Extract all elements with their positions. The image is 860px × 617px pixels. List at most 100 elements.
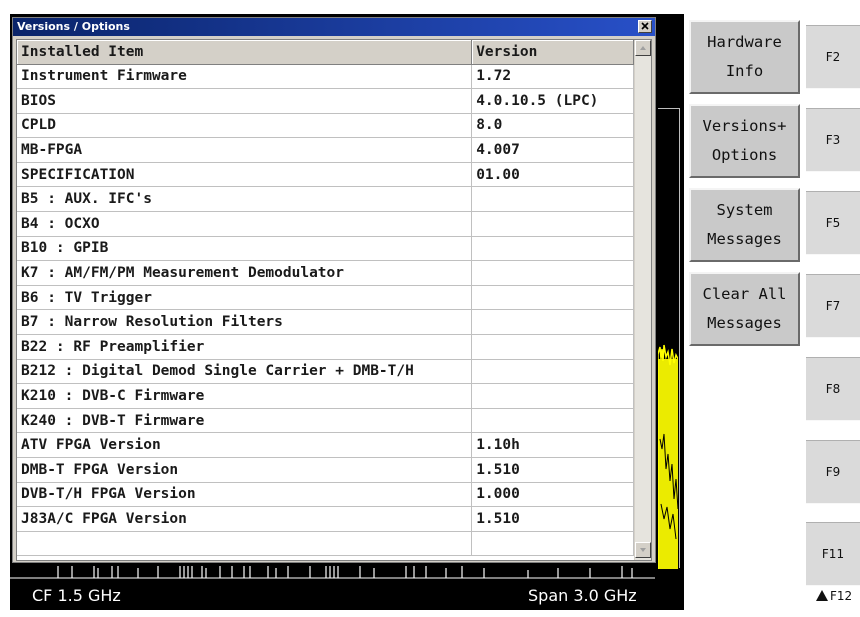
softkey-label-line1: Hardware: [707, 33, 782, 51]
table-row[interactable]: K240 : DVB-T Firmware: [17, 408, 634, 434]
fkey-f8[interactable]: F8: [806, 357, 860, 421]
hardware-info-button[interactable]: Hardware Info: [689, 20, 800, 94]
installed-item-cell: BIOS: [17, 88, 473, 114]
table-row[interactable]: DMB-T FPGA Version 1.510: [17, 457, 634, 483]
frequency-axis-markers: [10, 562, 655, 580]
versions-options-button[interactable]: Versions+ Options: [689, 104, 800, 178]
softkey-label-line1: System: [716, 201, 773, 219]
table-row[interactable]: DVB-T/H FPGA Version 1.000: [17, 482, 634, 508]
table-row[interactable]: B6 : TV Trigger: [17, 285, 634, 311]
dialog-title-bar: Versions / Options: [13, 18, 655, 36]
version-cell: [471, 309, 634, 336]
table-row[interactable]: B212 : Digital Demod Single Carrier + DM…: [17, 359, 634, 385]
version-cell: 4.007: [471, 137, 634, 163]
version-cell: [471, 408, 634, 434]
installed-item-cell: CPLD: [17, 113, 473, 139]
table-row[interactable]: BIOS 4.0.10.5 (LPC): [17, 88, 634, 114]
version-cell: [471, 211, 634, 237]
center-frequency-label: CF 1.5 GHz: [32, 586, 121, 605]
installed-item-cell: DMB-T FPGA Version: [17, 457, 473, 483]
version-cell: 01.00: [471, 162, 634, 188]
installed-item-cell: B7 : Narrow Resolution Filters: [17, 309, 473, 336]
span-label: Span 3.0 GHz: [528, 586, 637, 605]
version-cell: 1.000: [471, 482, 634, 508]
softkey-label-line2: Messages: [707, 230, 782, 248]
fkey-f12-label: F12: [830, 589, 853, 603]
fkey-f7[interactable]: F7: [806, 274, 860, 338]
scroll-down-button[interactable]: [635, 542, 651, 558]
table-row[interactable]: Instrument Firmware 1.72: [17, 64, 634, 90]
version-cell: [471, 260, 634, 286]
fkey-label: F5: [825, 216, 841, 230]
versions-table: Installed Item Version Instrument Firmwa…: [17, 40, 634, 557]
version-cell: 8.0: [471, 113, 634, 139]
close-icon: [641, 22, 649, 30]
installed-item-cell: K7 : AM/FM/PM Measurement Demodulator: [17, 260, 473, 286]
fkey-label: F2: [825, 50, 841, 64]
version-cell: [471, 334, 634, 360]
version-cell: [471, 383, 634, 409]
installed-item-cell: B4 : OCXO: [17, 211, 473, 237]
version-cell: [471, 285, 634, 311]
installed-item-cell: Instrument Firmware: [17, 64, 473, 90]
version-cell: 1.72: [471, 64, 634, 90]
table-row[interactable]: B7 : Narrow Resolution Filters: [17, 309, 634, 336]
version-cell: [471, 186, 634, 213]
table-row[interactable]: ATV FPGA Version 1.10h: [17, 432, 634, 458]
spectrum-trace: [658, 109, 678, 569]
version-cell: [471, 531, 634, 557]
installed-item-cell: B5 : AUX. IFC's: [17, 186, 473, 213]
installed-item-cell: B212 : Digital Demod Single Carrier + DM…: [17, 359, 473, 385]
fkey-label: F3: [825, 133, 841, 147]
fkey-f9[interactable]: F9: [806, 440, 860, 504]
scroll-up-button[interactable]: [635, 40, 651, 56]
version-cell: 1.510: [471, 457, 634, 483]
table-row[interactable]: J83A/C FPGA Version 1.510: [17, 506, 634, 532]
table-row[interactable]: B10 : GPIB: [17, 236, 634, 262]
system-messages-button[interactable]: System Messages: [689, 188, 800, 262]
fkey-label: F8: [825, 382, 841, 396]
table-row[interactable]: SPECIFICATION 01.00: [17, 162, 634, 188]
fkey-f5[interactable]: F5: [806, 191, 860, 255]
fkey-f2[interactable]: F2: [806, 25, 860, 89]
installed-item-cell: DVB-T/H FPGA Version: [17, 482, 473, 508]
installed-item-cell: [17, 531, 473, 557]
table-row[interactable]: B4 : OCXO: [17, 211, 634, 237]
close-button[interactable]: [638, 20, 652, 33]
vertical-scrollbar[interactable]: [634, 40, 651, 560]
version-cell: [471, 359, 634, 385]
table-row[interactable]: K7 : AM/FM/PM Measurement Demodulator: [17, 260, 634, 286]
fkey-label: F9: [825, 465, 841, 479]
table-row[interactable]: K210 : DVB-C Firmware: [17, 383, 634, 409]
fkey-f12[interactable]: F12: [806, 583, 860, 613]
fkey-label: F11: [821, 547, 845, 561]
versions-table-container: Installed Item Version Instrument Firmwa…: [16, 39, 652, 561]
installed-item-cell: K240 : DVB-T Firmware: [17, 408, 473, 434]
softkey-label-line2: Info: [725, 62, 764, 80]
installed-item-cell: SPECIFICATION: [17, 162, 473, 188]
installed-item-cell: B10 : GPIB: [17, 236, 473, 262]
trace-area: [658, 108, 680, 569]
installed-item-cell: B22 : RF Preamplifier: [17, 334, 473, 360]
arrow-up-icon: [640, 46, 646, 50]
table-row[interactable]: [17, 531, 634, 557]
table-row[interactable]: CPLD 8.0: [17, 113, 634, 139]
dialog-title: Versions / Options: [17, 20, 130, 33]
installed-item-cell: J83A/C FPGA Version: [17, 506, 473, 532]
clear-all-messages-button[interactable]: Clear All Messages: [689, 272, 800, 346]
table-row[interactable]: B5 : AUX. IFC's: [17, 186, 634, 213]
status-bar: CF 1.5 GHz Span 3.0 GHz: [10, 582, 684, 610]
softkey-label-line1: Clear All: [702, 285, 787, 303]
fkey-f11[interactable]: F11: [806, 522, 860, 586]
versions-options-dialog: Versions / Options Installed Item Versio…: [12, 17, 656, 563]
column-header-installed-item[interactable]: Installed Item: [17, 40, 473, 65]
table-row[interactable]: MB-FPGA 4.007: [17, 137, 634, 163]
softkey-label-line2: Messages: [707, 314, 782, 332]
up-triangle-icon: [816, 590, 828, 601]
column-header-version[interactable]: Version: [471, 40, 634, 65]
installed-item-cell: B6 : TV Trigger: [17, 285, 473, 311]
table-row[interactable]: B22 : RF Preamplifier: [17, 334, 634, 360]
version-cell: 4.0.10.5 (LPC): [471, 88, 634, 114]
softkey-label-line1: Versions+: [702, 117, 787, 135]
fkey-f3[interactable]: F3: [806, 108, 860, 172]
